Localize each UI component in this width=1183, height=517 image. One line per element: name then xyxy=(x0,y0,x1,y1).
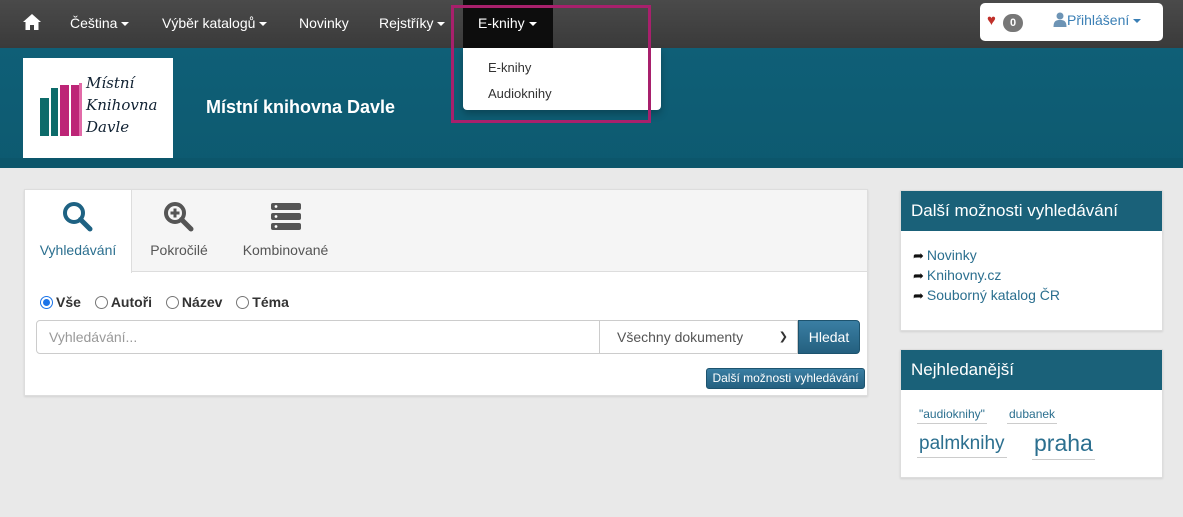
tag-palmknihy[interactable]: palmknihy xyxy=(917,433,1007,458)
search-button[interactable]: Hledat xyxy=(798,320,860,354)
share-arrow-icon: ➦ xyxy=(913,248,924,263)
more-search-options-button[interactable]: Další možnosti vyhledávání xyxy=(706,368,865,389)
nav-catalogs[interactable]: Výběr katalogů xyxy=(162,0,268,48)
user-box: ♥ 0 Přihlášení xyxy=(980,3,1163,41)
logo-word-1: Místní xyxy=(86,74,135,92)
radio-circle[interactable] xyxy=(94,296,108,309)
tab-advanced-label: Pokročilé xyxy=(150,242,208,258)
radio-topic[interactable]: Téma xyxy=(236,294,289,310)
more-options-panel: Další možnosti vyhledávání ➦ Novinky ➦ Kni… xyxy=(900,190,1163,331)
tab-combined-label: Kombinované xyxy=(242,242,329,258)
chevron-down-icon: ❯ xyxy=(778,331,788,343)
logo-word-3: Davle xyxy=(86,118,130,136)
radio-circle[interactable] xyxy=(40,296,53,309)
search-panel: Vyhledávání Pokročilé Kombinované Vše Au… xyxy=(24,189,868,396)
tag-dubanek[interactable]: dubanek xyxy=(1007,407,1058,424)
radio-authors[interactable]: Autoři xyxy=(94,294,152,310)
logo-word-2: Knihovna xyxy=(86,96,158,114)
tab-search-label: Vyhledávání xyxy=(39,242,117,258)
tag-audioknihy[interactable]: "audioknihy" xyxy=(917,407,987,424)
caret-down-icon xyxy=(121,22,130,27)
login-button[interactable]: Přihlášení xyxy=(1053,12,1142,28)
site-title[interactable]: Místní knihovna Davle xyxy=(206,97,395,118)
search-icon xyxy=(63,202,93,232)
banner-bottom-strip xyxy=(0,158,1183,168)
home-icon[interactable] xyxy=(22,12,42,32)
link-union-catalog[interactable]: ➦ Souborný katalog ČR xyxy=(913,287,1060,304)
search-input[interactable]: Vyhledávání... xyxy=(36,320,600,354)
radio-all[interactable]: Vše xyxy=(40,294,81,310)
popular-panel: Nejhledanější "audioknihy" dubanek palmk… xyxy=(900,349,1163,478)
radio-circle[interactable] xyxy=(236,296,250,309)
popular-title: Nejhledanější xyxy=(901,350,1162,390)
link-knihovny[interactable]: ➦ Knihovny.cz xyxy=(913,267,1001,284)
radio-circle[interactable] xyxy=(165,296,179,309)
library-logo[interactable]: Místní Knihovna Davle xyxy=(23,58,173,158)
tab-combined[interactable]: Kombinované xyxy=(232,190,339,272)
nav-indexes[interactable]: Rejstříky xyxy=(379,0,446,48)
more-options-title: Další možnosti vyhledávání xyxy=(901,191,1162,231)
caret-down-icon xyxy=(1133,19,1142,24)
zoom-in-icon xyxy=(164,202,194,232)
share-arrow-icon: ➦ xyxy=(913,288,924,303)
share-arrow-icon: ➦ xyxy=(913,268,924,283)
tab-advanced[interactable]: Pokročilé xyxy=(133,190,225,272)
document-type-select[interactable]: Všechny dokumenty ❯ xyxy=(599,320,798,354)
favorites-badge[interactable]: 0 xyxy=(1003,14,1023,32)
tab-search[interactable]: Vyhledávání xyxy=(25,190,132,273)
nav-novinky[interactable]: Novinky xyxy=(299,0,349,48)
server-icon xyxy=(270,203,301,230)
tag-praha[interactable]: praha xyxy=(1032,430,1095,460)
link-novinky[interactable]: ➦ Novinky xyxy=(913,247,977,264)
caret-down-icon xyxy=(259,22,268,27)
caret-down-icon xyxy=(437,22,446,27)
highlight-box xyxy=(451,5,651,123)
nav-language[interactable]: Čeština xyxy=(70,0,130,48)
heart-icon[interactable]: ♥ xyxy=(987,12,996,29)
search-scope-radios: Vše Autoři Název Téma xyxy=(40,294,299,310)
radio-title[interactable]: Název xyxy=(165,294,222,310)
user-icon xyxy=(1053,12,1067,27)
